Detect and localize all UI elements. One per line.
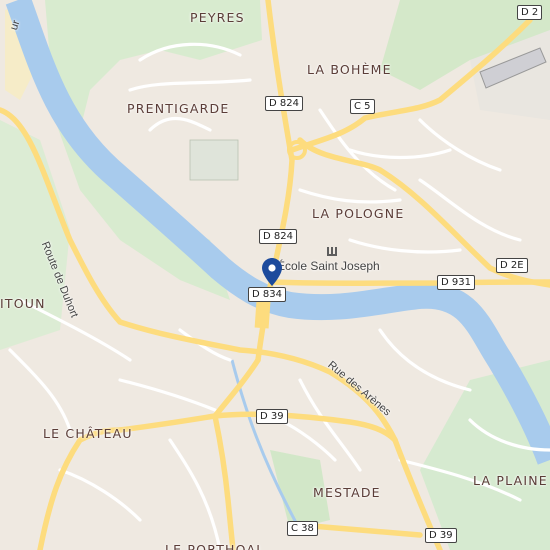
place-la-plaine: LA PLAINE: [473, 473, 548, 488]
place-mestade: MESTADE: [313, 485, 381, 500]
cemetery: [189, 139, 239, 181]
place-la-pologne: LA POLOGNE: [312, 206, 405, 221]
road-shield-d824-mid: D 824: [259, 229, 297, 244]
road-shield-d39-bottom: D 39: [425, 528, 457, 543]
map-canvas[interactable]: PEYRES LA BOHÈME PRENTIGARDE LA POLOGNE …: [0, 0, 550, 550]
road-shield-d2e: D 2E: [496, 258, 528, 273]
place-la-boheme: LA BOHÈME: [307, 62, 392, 77]
place-le-chateau: LE CHÂTEAU: [43, 426, 133, 441]
poi-ecole-saint-joseph[interactable]: École Saint Joseph: [277, 259, 380, 273]
school-icon[interactable]: [327, 243, 337, 256]
road-shield-d834: D 834: [248, 287, 286, 302]
road-shield-d2: D 2: [517, 5, 543, 20]
road-shield-c38: C 38: [287, 521, 318, 536]
place-prentigarde: PRENTIGARDE: [127, 101, 230, 116]
place-le-porthoal: LE PORTHOAL: [165, 542, 265, 550]
place-peyres: PEYRES: [190, 10, 245, 25]
map-pin-icon[interactable]: [262, 258, 282, 286]
place-itoun: ITOUN: [0, 296, 46, 311]
road-shield-d824-top: D 824: [265, 96, 303, 111]
road-shield-d931: D 931: [437, 275, 475, 290]
road-shield-c5: C 5: [350, 99, 375, 114]
road-shield-d39-mid: D 39: [256, 409, 288, 424]
